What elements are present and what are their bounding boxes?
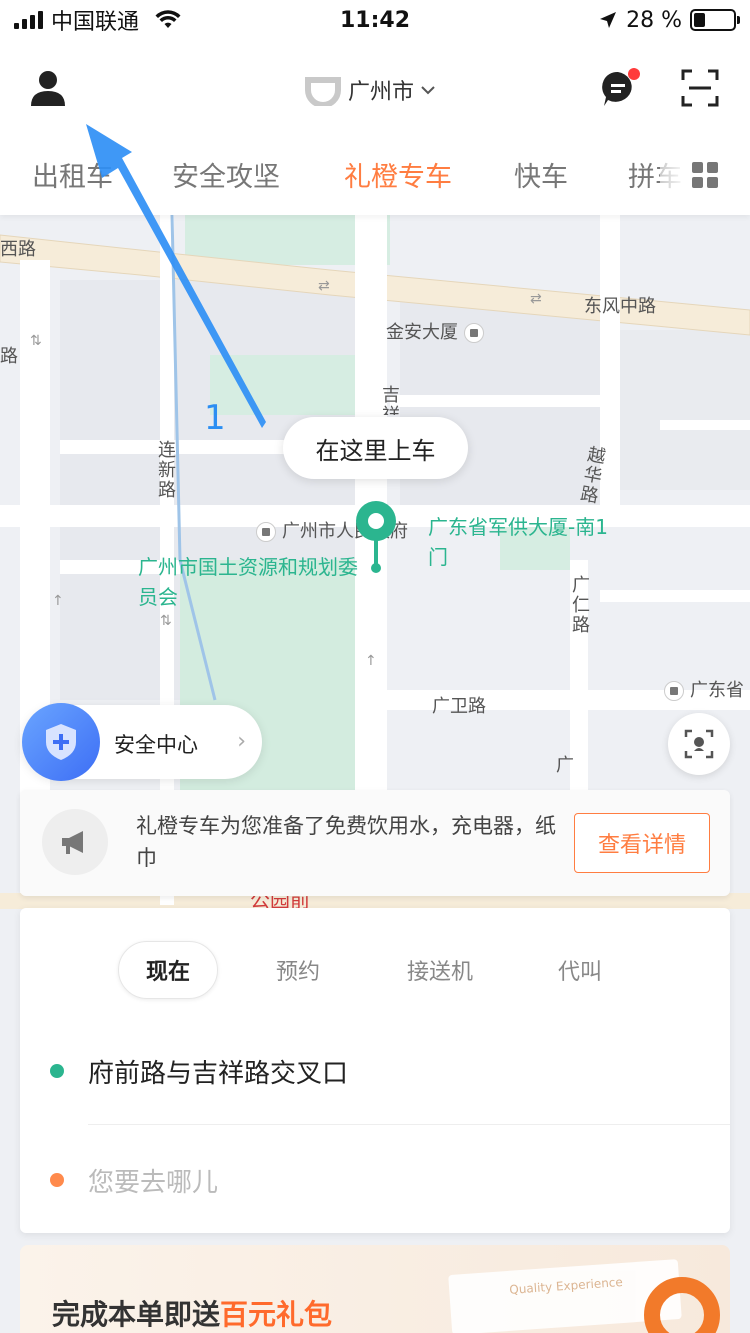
scan-button[interactable] <box>672 60 728 116</box>
destination-placeholder: 您要去哪儿 <box>88 1167 219 1198</box>
annotation-number: 1 <box>204 398 226 438</box>
notification-badge <box>628 68 640 80</box>
destination-dot <box>50 1173 64 1187</box>
battery-percent: 28 % <box>626 7 682 33</box>
megaphone-icon <box>42 809 108 875</box>
booking-panel: 现在 预约 接送机 代叫 府前路与吉祥路交叉口 您要去哪儿 <box>20 908 730 1233</box>
map-label-jinan-building: 金安大厦 <box>386 318 490 344</box>
carrier-name: 中国联通 <box>51 10 140 35</box>
tab-taxi[interactable]: 出租车 <box>32 155 113 194</box>
chevron-right-icon: › <box>237 729 246 754</box>
view-details-button[interactable]: 查看详情 <box>574 813 710 873</box>
tab-safety[interactable]: 安全攻坚 <box>172 155 280 194</box>
svg-text:⇄: ⇄ <box>318 278 330 294</box>
svg-text:↑: ↑ <box>52 593 64 609</box>
safety-center-label: 安全中心 <box>114 733 198 757</box>
pickup-dot <box>50 1064 64 1078</box>
promo-text: 完成本单即送百元礼包 <box>52 1298 333 1331</box>
mode-tab-proxy[interactable]: 代叫 <box>530 941 630 999</box>
pickup-address-row[interactable]: 府前路与吉祥路交叉口 <box>50 1041 700 1101</box>
didi-logo-icon <box>305 77 341 106</box>
map-label-guang: 广 <box>553 755 574 775</box>
chevron-down-icon <box>421 86 435 95</box>
svg-text:↑: ↑ <box>365 653 377 669</box>
map-label-xi-road: 西路 <box>0 239 36 260</box>
shield-icon <box>22 703 100 781</box>
mode-tab-now[interactable]: 现在 <box>118 941 218 999</box>
destination-input[interactable]: 您要去哪儿 <box>50 1150 700 1210</box>
profile-button[interactable] <box>20 60 76 116</box>
map-label-military-building: 广东省军供大厦-南1门 <box>428 515 608 569</box>
building-icon <box>463 323 484 343</box>
battery-icon <box>690 9 740 31</box>
notice-card: 礼橙专车为您准备了免费饮用水，充电器，纸巾 查看详情 <box>20 790 730 896</box>
locate-icon <box>684 729 714 759</box>
address-divider <box>88 1124 730 1125</box>
map-label-lianxin-road: 连新路 <box>155 440 176 500</box>
map-label-land-bureau: 广州市国土资源和规划委员会 <box>138 555 358 609</box>
svg-text:⇄: ⇄ <box>530 291 542 307</box>
wifi-icon <box>155 10 181 28</box>
map-label-lu: 路 <box>0 346 18 367</box>
svg-text:⇅: ⇅ <box>160 613 172 629</box>
map-label-guangdong: 广东省 <box>664 676 744 702</box>
city-name: 广州市 <box>348 80 415 105</box>
mode-tab-airport[interactable]: 接送机 <box>382 941 498 999</box>
service-tabs: 出租车 安全攻坚 礼橙专车 快车 拼车 <box>0 145 750 205</box>
message-button[interactable] <box>590 60 646 116</box>
carrier-group: 中国联通 <box>14 4 181 36</box>
map-label-dongfeng-road: 东风中路 <box>584 296 656 317</box>
top-row: 广州市 <box>0 40 750 135</box>
building-icon <box>256 522 276 542</box>
safety-center-button[interactable]: 安全中心 › <box>22 703 262 781</box>
pickup-bubble[interactable]: 在这里上车 <box>283 417 468 479</box>
tab-express[interactable]: 快车 <box>514 155 568 194</box>
building-icon <box>664 681 684 701</box>
user-icon <box>31 71 65 106</box>
grid-icon <box>692 162 718 188</box>
mode-tab-reserve[interactable]: 预约 <box>248 941 348 999</box>
signal-icon <box>14 11 43 29</box>
map-label-guangren-road: 广仁路 <box>569 575 590 635</box>
svg-text:⇅: ⇅ <box>30 333 42 349</box>
status-right: 28 % <box>598 7 740 33</box>
scan-icon <box>681 69 719 107</box>
pickup-address: 府前路与吉祥路交叉口 <box>88 1058 349 1089</box>
tab-premier[interactable]: 礼橙专车 <box>344 155 452 194</box>
location-arrow-icon <box>600 12 617 28</box>
status-bar: 中国联通 11:42 28 % <box>0 0 750 40</box>
header: 广州市 出租车 安全攻坚 礼橙专车 快车 拼车 <box>0 40 750 215</box>
more-services-button[interactable] <box>660 145 750 205</box>
notice-text: 礼橙专车为您准备了免费饮用水，充电器，纸巾 <box>136 814 556 870</box>
chat-icon <box>602 68 640 106</box>
city-selector[interactable]: 广州市 <box>304 70 436 110</box>
map-label-guangwei-road: 广卫路 <box>432 696 486 717</box>
promo-banner[interactable]: 完成本单即送百元礼包 Quality Experience <box>20 1245 730 1333</box>
pickup-pin-icon <box>356 501 396 573</box>
map-label-ji-road: 吉祥 <box>379 385 400 415</box>
locate-button[interactable] <box>668 713 730 775</box>
